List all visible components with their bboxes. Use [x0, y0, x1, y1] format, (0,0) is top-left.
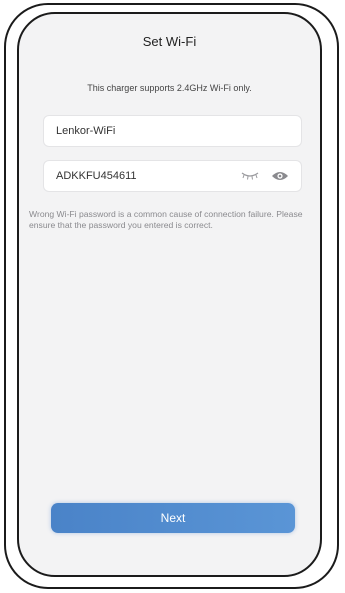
phone-screen: Set Wi-Fi This charger supports 2.4GHz W…	[17, 12, 322, 577]
wifi-name-field[interactable]	[43, 115, 302, 147]
password-hint: Wrong Wi-Fi password is a common cause o…	[29, 209, 303, 230]
wifi-password-input[interactable]	[56, 170, 239, 182]
page-title: Set Wi-Fi	[142, 34, 197, 49]
wifi-name-input[interactable]	[56, 125, 291, 137]
wifi-password-field[interactable]	[43, 160, 302, 192]
eye-closed-icon[interactable]	[239, 168, 261, 184]
next-button[interactable]: Next	[51, 503, 295, 533]
eye-icon[interactable]	[269, 168, 291, 184]
frequency-notice: This charger supports 2.4GHz Wi-Fi only.	[87, 83, 252, 93]
